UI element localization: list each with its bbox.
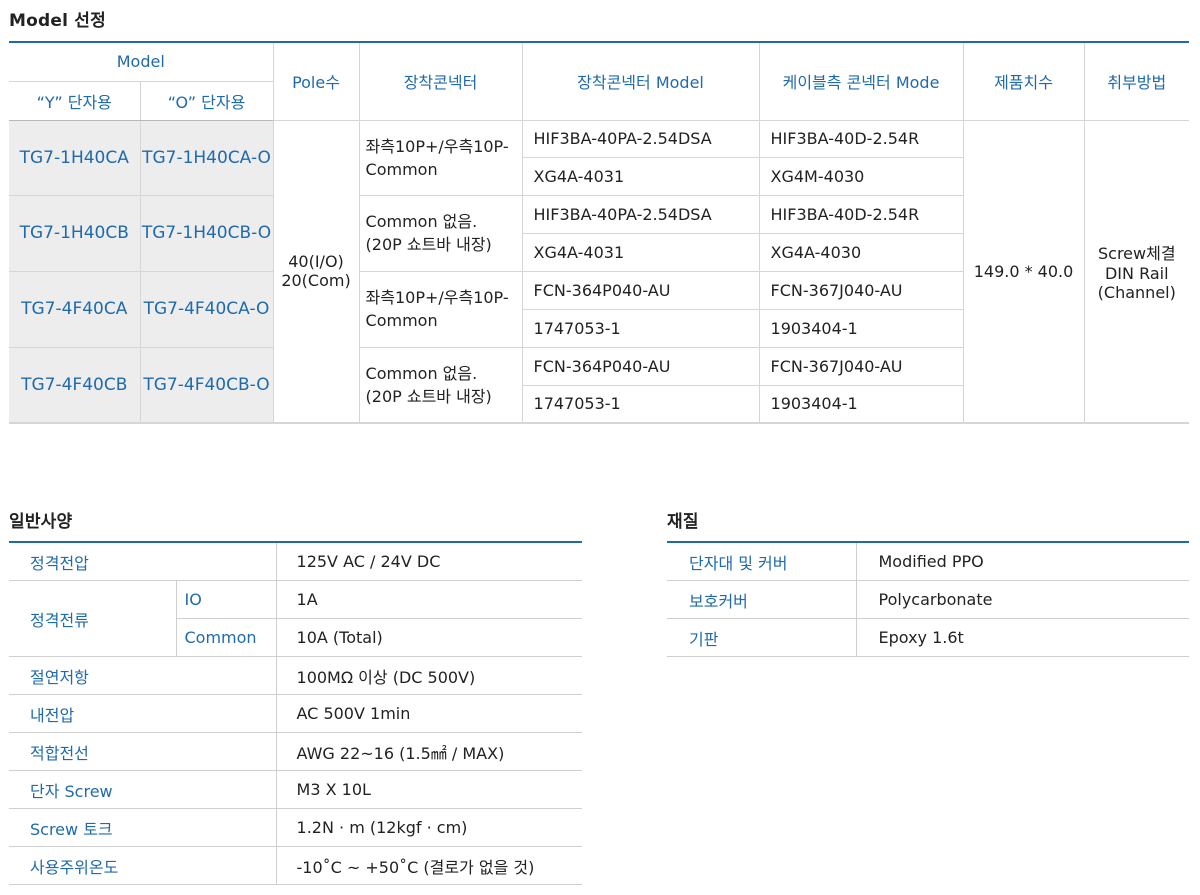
cable-model-cell: 1903404-1 xyxy=(758,384,964,424)
header-pole: Pole수 xyxy=(272,42,360,121)
o-model-cell: TG7-4F40CB-O xyxy=(139,346,274,424)
table-row: TG7-1H40CA TG7-1H40CA-O 40(I/O) 20(Com) … xyxy=(9,119,1190,424)
table-row: 절연저항 100MΩ 이상 (DC 500V) xyxy=(9,656,583,695)
header-model: Model xyxy=(9,42,274,82)
spec-label: 사용주위온도 xyxy=(9,846,277,885)
connector-line-2: (20P 쇼트바 내장) xyxy=(365,386,492,406)
spec-value: 125V AC / 24V DC xyxy=(275,542,583,581)
pole-cell: 40(I/O) 20(Com) xyxy=(272,119,360,424)
y-model-cell: TG7-1H40CA xyxy=(9,119,141,196)
cable-model-cell: 1903404-1 xyxy=(758,308,964,348)
connector-model-cell: HIF3BA-40PA-2.54DSA xyxy=(521,119,760,158)
connector-line-1: 좌측10P+/우측10P- xyxy=(365,288,509,307)
spec-value: 1.2N · m (12kgf · cm) xyxy=(275,808,583,847)
material-value: Epoxy 1.6t xyxy=(855,618,1189,657)
spec-label: 적합전선 xyxy=(9,732,277,771)
header-cable-connector: 케이블측 콘넥터 Mode xyxy=(758,42,964,121)
table-row: 사용주위온도 -10˚C ~ +50˚C (결로가 없을 것) xyxy=(9,846,583,885)
cable-model-cell: HIF3BA-40D-2.54R xyxy=(758,194,964,234)
spec-sublabel: IO xyxy=(175,580,277,619)
connector-cell: Common 없음. (20P 쇼트바 내장) xyxy=(358,346,523,424)
cable-model-cell: XG4A-4030 xyxy=(758,232,964,272)
connector-line-1: Common 없음. xyxy=(365,363,478,383)
spec-sublabel: Common xyxy=(175,618,277,657)
material-value: Modified PPO xyxy=(855,542,1189,581)
mounting-line-2: DIN Rail xyxy=(1104,264,1169,284)
spec-label: 절연저항 xyxy=(9,656,277,695)
header-y-type: “Y” 단자용 xyxy=(9,81,140,121)
table-row: 단자 Screw M3 X 10L xyxy=(9,770,583,809)
header-o-type: “O” 단자용 xyxy=(139,81,274,121)
y-model-cell: TG7-4F40CB xyxy=(9,346,141,424)
connector-model-cell: XG4A-4031 xyxy=(521,232,760,272)
model-selection-table: Model Pole수 장착콘넥터 장착콘넥터 Model 케이블측 콘넥터 M… xyxy=(9,41,1190,424)
dimensions-cell: 149.0 * 40.0 xyxy=(962,119,1085,424)
material-value: Polycarbonate xyxy=(855,580,1189,619)
model-section-title: Model 선정 xyxy=(9,11,106,31)
pole-line-1: 40(I/O) xyxy=(288,252,344,272)
material-label: 보호커버 xyxy=(667,580,856,619)
table-row: 기판 Epoxy 1.6t xyxy=(667,618,1189,657)
table-row: 내전압 AC 500V 1min xyxy=(9,694,583,733)
table-row: 보호커버 Polycarbonate xyxy=(667,580,1189,619)
spec-label: 단자 Screw xyxy=(9,770,277,809)
connector-model-cell: FCN-364P040-AU xyxy=(521,346,760,386)
spec-value: 100MΩ 이상 (DC 500V) xyxy=(275,656,583,695)
y-model-cell: TG7-4F40CA xyxy=(9,270,141,348)
connector-line-1: 좌측10P+/우측10P- xyxy=(365,136,509,156)
spec-value: M3 X 10L xyxy=(275,770,583,809)
cable-model-cell: FCN-367J040-AU xyxy=(758,346,964,386)
general-spec-table: 정격전압 125V AC / 24V DC 정격전류 IO 1A Common … xyxy=(9,541,583,885)
cable-model-cell: HIF3BA-40D-2.54R xyxy=(758,119,964,158)
table-row: 적합전선 AWG 22~16 (1.5㎟ / MAX) xyxy=(9,732,583,771)
spec-label: 내전압 xyxy=(9,694,277,733)
mounting-cell: Screw체결 DIN Rail (Channel) xyxy=(1083,119,1190,424)
header-mounting: 취부방법 xyxy=(1083,42,1190,121)
connector-line-2: Common xyxy=(365,311,438,330)
material-spec-table: 단자대 및 커버 Modified PPO 보호커버 Polycarbonate… xyxy=(667,541,1189,657)
mounting-line-3: (Channel) xyxy=(1097,283,1176,303)
connector-model-cell: HIF3BA-40PA-2.54DSA xyxy=(521,194,760,234)
spec-value: 1A xyxy=(275,580,583,619)
table-row: 단자대 및 커버 Modified PPO xyxy=(667,542,1189,581)
cable-model-cell: FCN-367J040-AU xyxy=(758,270,964,310)
o-model-cell: TG7-1H40CB-O xyxy=(139,194,274,272)
connector-line-1: Common 없음. xyxy=(365,212,478,231)
connector-model-cell: XG4A-4031 xyxy=(521,156,760,196)
connector-model-cell: FCN-364P040-AU xyxy=(521,270,760,310)
spec-value: AWG 22~16 (1.5㎟ / MAX) xyxy=(275,732,583,771)
spec-label: 정격전류 xyxy=(9,580,176,657)
header-connector-model: 장착콘넥터 Model xyxy=(521,42,760,121)
header-dimensions: 제품치수 xyxy=(962,42,1085,121)
spec-label: Screw 토크 xyxy=(9,808,277,847)
header-connector: 장착콘넥터 xyxy=(358,42,523,121)
connector-cell: 좌측10P+/우측10P- Common xyxy=(358,119,523,196)
table-row: 정격전압 125V AC / 24V DC xyxy=(9,542,583,581)
spec-value: -10˚C ~ +50˚C (결로가 없을 것) xyxy=(275,846,583,885)
connector-cell: Common 없음. (20P 쇼트바 내장) xyxy=(358,194,523,272)
connector-cell: 좌측10P+/우측10P- Common xyxy=(358,270,523,348)
o-model-cell: TG7-4F40CA-O xyxy=(139,270,274,348)
general-section-title: 일반사양 xyxy=(9,512,73,532)
y-model-cell: TG7-1H40CB xyxy=(9,194,141,272)
spec-value: 10A (Total) xyxy=(275,618,583,657)
spec-label: 정격전압 xyxy=(9,542,277,581)
mounting-line-1: Screw체결 xyxy=(1097,244,1176,264)
table-row: 정격전류 IO 1A xyxy=(9,580,583,657)
connector-line-2: (20P 쇼트바 내장) xyxy=(365,235,492,254)
spec-value: AC 500V 1min xyxy=(275,694,583,733)
material-section-title: 재질 xyxy=(667,512,699,532)
pole-line-2: 20(Com) xyxy=(281,271,351,291)
o-model-cell: TG7-1H40CA-O xyxy=(139,119,274,196)
table-row: Screw 토크 1.2N · m (12kgf · cm) xyxy=(9,808,583,847)
material-label: 기판 xyxy=(667,618,856,657)
connector-model-cell: 1747053-1 xyxy=(521,384,760,424)
cable-model-cell: XG4M-4030 xyxy=(758,156,964,196)
material-label: 단자대 및 커버 xyxy=(667,542,856,581)
connector-line-2: Common xyxy=(365,159,438,179)
connector-model-cell: 1747053-1 xyxy=(521,308,760,348)
